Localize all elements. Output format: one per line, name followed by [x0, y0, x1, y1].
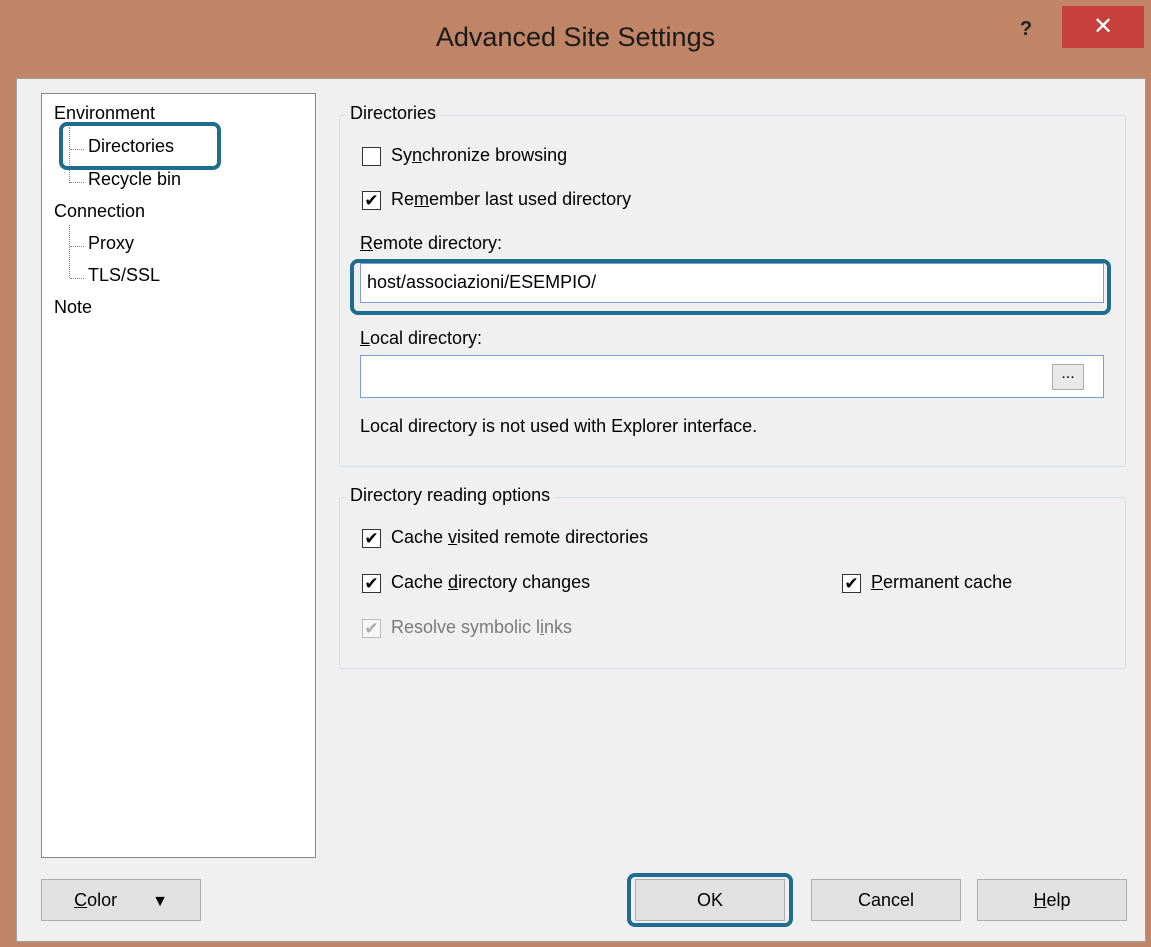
color-accesskey: C — [74, 890, 88, 910]
local-directory-accesskey: L — [360, 328, 371, 348]
tree-item-environment[interactable]: Environment — [54, 103, 155, 124]
tree-item-note[interactable]: Note — [54, 297, 92, 318]
remote-directory-label-text: emote directory: — [373, 233, 503, 253]
cache-visited-label-text: Cache — [391, 527, 449, 547]
resolve-links-checkbox: ✔ — [362, 619, 381, 638]
tree-item-connection[interactable]: Connection — [54, 201, 145, 222]
cache-visited-accesskey: v — [448, 527, 458, 547]
tree-item-directories[interactable]: Directories — [88, 136, 174, 157]
tree-connector — [70, 278, 84, 279]
settings-tree[interactable]: Environment Directories Recycle bin Conn… — [41, 93, 316, 858]
sync-browsing-label-text: Sy — [391, 145, 413, 165]
reading-options-group-title: Directory reading options — [346, 485, 555, 506]
tree-item-proxy[interactable]: Proxy — [88, 233, 134, 254]
remember-last-dir-label-text-rest: ember last used directory — [429, 189, 632, 209]
check-icon: ✔ — [364, 529, 379, 548]
remote-directory-accesskey: R — [360, 233, 373, 253]
sync-browsing-label[interactable]: Synchronize browsing — [391, 145, 567, 166]
remote-directory-input[interactable]: host/associazioni/ESEMPIO/ — [360, 263, 1104, 303]
permanent-cache-label-text-rest: ermanent cache — [883, 572, 1013, 592]
remember-last-dir-accesskey: m — [414, 189, 430, 209]
cache-visited-checkbox[interactable]: ✔ — [362, 529, 381, 548]
local-directory-label: Local directory: — [360, 328, 482, 349]
permanent-cache-checkbox[interactable]: ✔ — [842, 574, 861, 593]
remember-last-dir-label-text: Re — [391, 189, 415, 209]
check-icon: ✔ — [844, 574, 859, 593]
local-directory-label-text: ocal directory: — [370, 328, 483, 348]
resolve-links-label-text-rest: nks — [544, 617, 573, 637]
check-icon: ✔ — [364, 574, 379, 593]
help-button[interactable]: Help — [977, 879, 1127, 921]
title-bar[interactable]: Advanced Site Settings ? ✕ — [0, 0, 1151, 80]
browse-button[interactable]: ... — [1052, 364, 1084, 390]
remember-last-dir-checkbox[interactable]: ✔ — [362, 191, 381, 210]
check-icon: ✔ — [364, 191, 379, 210]
cache-changes-label-text-rest: irectory changes — [458, 572, 591, 592]
sync-browsing-label-text-rest: chronize browsing — [422, 145, 568, 165]
remote-directory-label: Remote directory: — [360, 233, 502, 254]
color-label: olor — [87, 890, 118, 910]
chevron-down-icon: ▼ — [152, 893, 168, 910]
close-icon: ✕ — [1092, 13, 1114, 40]
help-question-icon[interactable]: ? — [1006, 12, 1046, 46]
close-button[interactable]: ✕ — [1062, 6, 1144, 48]
cache-changes-accesskey: d — [448, 572, 459, 592]
tree-connector — [70, 182, 84, 183]
dialog-window: Advanced Site Settings ? ✕ Environment D… — [0, 0, 1151, 947]
permanent-cache-label[interactable]: Permanent cache — [871, 572, 1012, 593]
tree-item-recycle-bin[interactable]: Recycle bin — [88, 169, 181, 190]
tree-connector — [69, 225, 70, 278]
permanent-cache-accesskey: P — [871, 572, 884, 592]
help-accesskey: H — [1033, 890, 1047, 910]
local-directory-input[interactable] — [360, 355, 1104, 398]
ok-button[interactable]: OK — [635, 879, 785, 921]
cache-visited-label-text-rest: isited remote directories — [457, 527, 649, 547]
tree-connector — [70, 246, 84, 247]
tree-connector — [69, 127, 70, 183]
window-title: Advanced Site Settings — [435, 22, 716, 52]
tree-item-tls-ssl[interactable]: TLS/SSL — [88, 265, 160, 286]
resolve-links-label-text: Resolve symbolic l — [391, 617, 541, 637]
cache-visited-label[interactable]: Cache visited remote directories — [391, 527, 648, 548]
dialog-client-area: Environment Directories Recycle bin Conn… — [16, 78, 1146, 942]
cache-changes-label[interactable]: Cache directory changes — [391, 572, 590, 593]
tree-connector — [70, 149, 84, 150]
cache-changes-checkbox[interactable]: ✔ — [362, 574, 381, 593]
cancel-button[interactable]: Cancel — [811, 879, 961, 921]
local-directory-note: Local directory is not used with Explore… — [360, 416, 758, 436]
help-label: elp — [1046, 890, 1071, 910]
check-icon: ✔ — [364, 619, 379, 638]
cache-changes-label-text: Cache — [391, 572, 449, 592]
sync-browsing-accesskey: n — [412, 145, 423, 165]
directories-group-title: Directories — [346, 103, 441, 124]
resolve-links-label: Resolve symbolic links — [391, 617, 572, 638]
color-dropdown-button[interactable]: Color ▼ — [41, 879, 201, 921]
sync-browsing-checkbox[interactable] — [362, 147, 381, 166]
remember-last-dir-label[interactable]: Remember last used directory — [391, 189, 631, 210]
